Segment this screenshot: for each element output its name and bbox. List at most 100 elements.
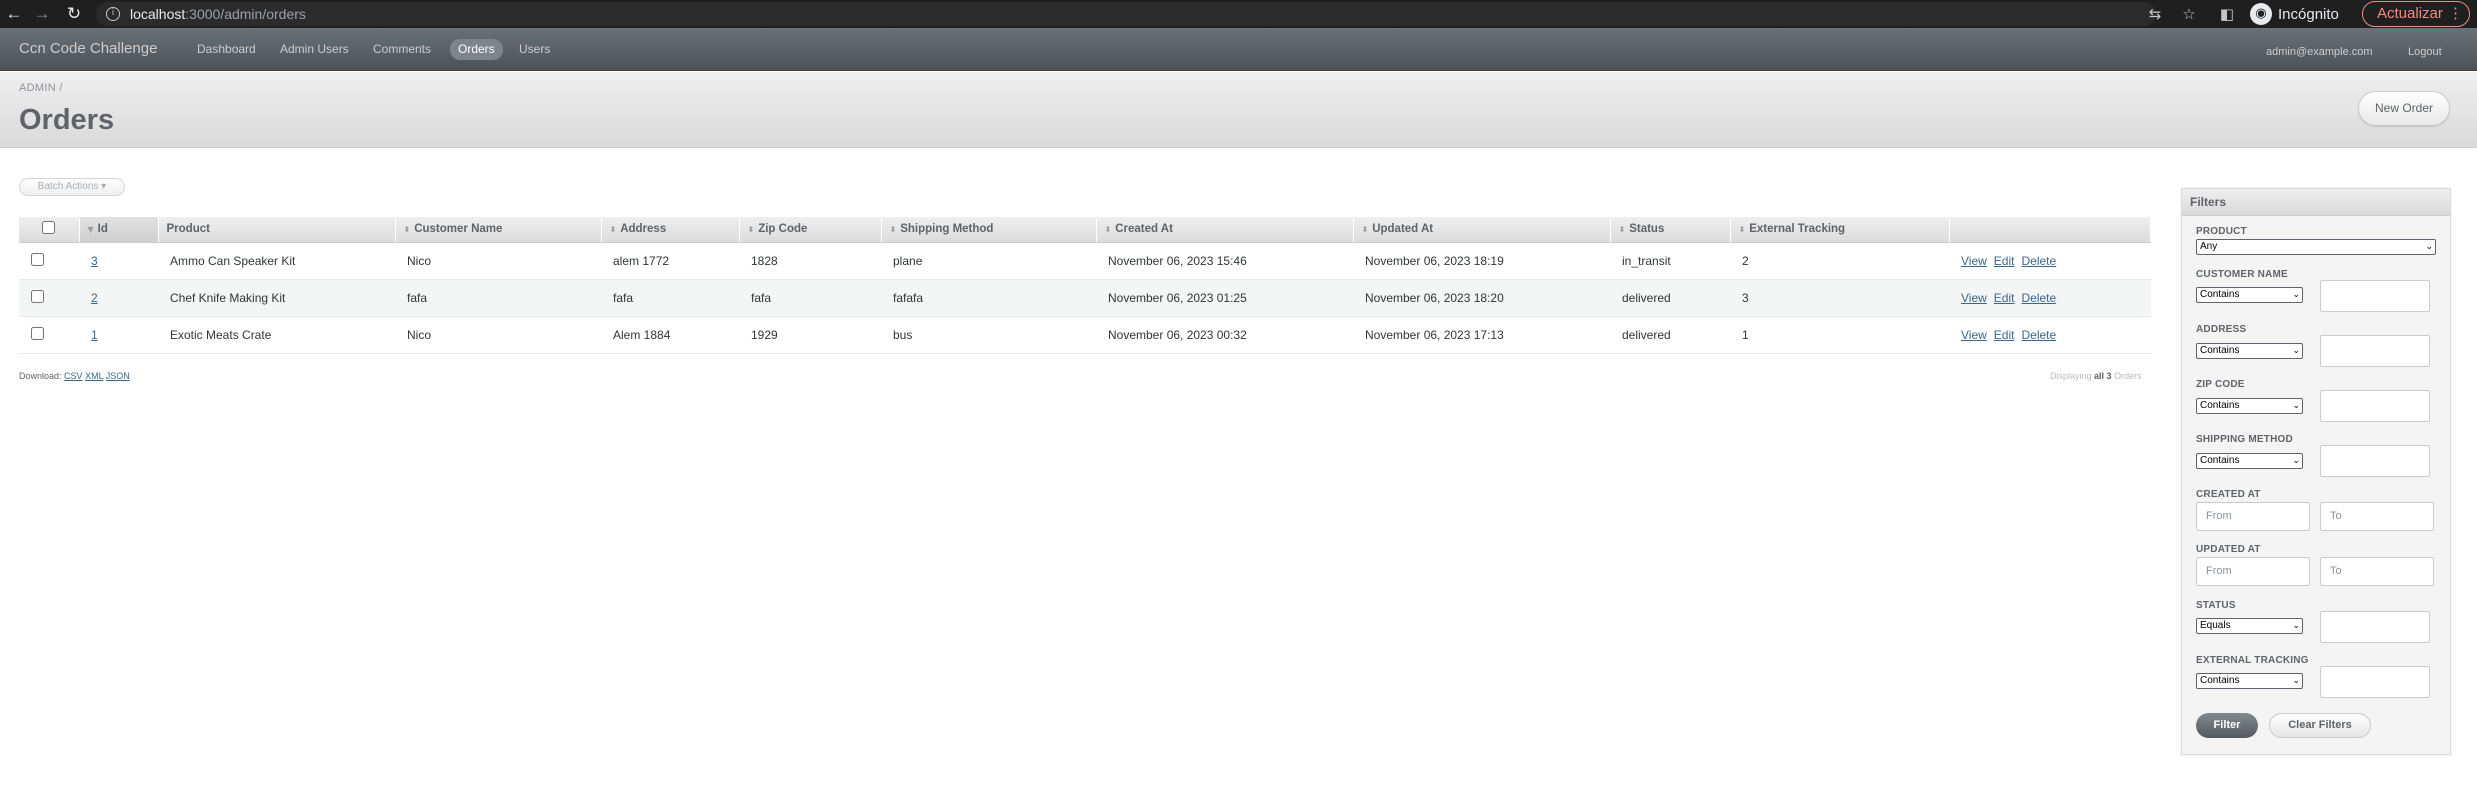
edit-link[interactable]: Edit (1994, 291, 2015, 305)
zip-code-input[interactable] (2320, 390, 2430, 422)
tab-admin-users[interactable]: Admin Users (272, 39, 357, 60)
cell-zip-code: 1828 (739, 242, 881, 280)
order-id-link[interactable]: 2 (91, 291, 98, 305)
updated-at-from-input[interactable]: From (2196, 557, 2310, 586)
delete-link[interactable]: Delete (2021, 254, 2056, 268)
view-link[interactable]: View (1961, 254, 1987, 268)
cell-address: Alem 1884 (601, 316, 739, 354)
row-actions: View Edit Delete (1949, 242, 2151, 280)
row-select-cell (19, 279, 79, 317)
chevron-down-icon: ⌄ (2292, 401, 2300, 411)
filter-label-created-at: CREATED AT (2196, 489, 2261, 500)
row-checkbox[interactable] (31, 326, 44, 340)
incognito-indicator[interactable]: ◉ Incógnito (2250, 2, 2339, 26)
updated-at-to-input[interactable]: To (2320, 557, 2434, 586)
bookmark-star-icon[interactable]: ☆ (2178, 4, 2200, 24)
column-header-customer-name[interactable]: ⬍ Customer Name (395, 217, 602, 243)
created-at-from-input[interactable]: From (2196, 502, 2310, 531)
translate-icon[interactable]: ⇆ (2144, 4, 2166, 24)
column-header-status[interactable]: ⬍ Status (1610, 217, 1731, 243)
row-checkbox[interactable] (31, 289, 44, 303)
row-select-cell (19, 316, 79, 354)
filter-button[interactable]: Filter (2196, 713, 2258, 738)
cell-updated-at: November 06, 2023 17:13 (1353, 316, 1610, 354)
batch-actions-dropdown[interactable]: Batch Actions ▾ (19, 178, 125, 196)
column-header-actions (1949, 217, 2151, 243)
tab-comments[interactable]: Comments (365, 39, 439, 60)
cell-external-tracking: 2 (1730, 242, 1949, 280)
site-title[interactable]: Ccn Code Challenge (19, 40, 157, 57)
side-panel-icon[interactable]: ◧ (2216, 4, 2238, 24)
row-checkbox[interactable] (31, 252, 44, 266)
cell-external-tracking: 1 (1730, 316, 1949, 354)
filter-label-shipping-method: SHIPPING METHOD (2196, 434, 2293, 445)
column-label: Updated At (1372, 223, 1434, 236)
order-id-link[interactable]: 1 (91, 328, 98, 342)
reload-icon[interactable]: ↻ (60, 0, 88, 28)
external-tracking-predicate-select[interactable]: Contains ⌄ (2196, 673, 2303, 689)
cell-shipping-method: fafafa (881, 279, 1096, 317)
site-info-icon[interactable]: i (106, 7, 120, 21)
download-csv-link[interactable]: CSV (64, 371, 83, 381)
title-bar: ADMIN / Orders New Order (0, 72, 2477, 148)
download-xml-link[interactable]: XML (85, 371, 103, 381)
cell-status: delivered (1610, 279, 1730, 317)
breadcrumb-admin-link[interactable]: ADMIN (19, 82, 56, 94)
tab-users[interactable]: Users (511, 39, 558, 60)
address-bar[interactable]: i localhost:3000/admin/orders (96, 2, 2156, 26)
row-actions: View Edit Delete (1949, 279, 2151, 317)
order-id-link[interactable]: 3 (91, 254, 98, 268)
update-button[interactable]: Actualizar ⋮ (2362, 1, 2470, 27)
table-header-row: ▼ Id Product ⬍ Customer Name ⬍ Address ⬍ Zip… (19, 217, 2151, 243)
zip-code-predicate-select[interactable]: Contains ⌄ (2196, 398, 2303, 414)
edit-link[interactable]: Edit (1994, 254, 2015, 268)
shipping-method-input[interactable] (2320, 445, 2430, 477)
batch-actions-label: Batch Actions (37, 181, 99, 192)
customer-name-input[interactable] (2320, 280, 2430, 312)
column-header-address[interactable]: ⬍ Address (601, 217, 740, 243)
column-header-product[interactable]: Product (158, 217, 396, 243)
new-order-button[interactable]: New Order (2358, 91, 2450, 126)
chevron-down-icon: ▾ (101, 181, 107, 192)
status-predicate-select[interactable]: Equals ⌄ (2196, 618, 2303, 634)
address-input[interactable] (2320, 335, 2430, 367)
displaying-prefix: Displaying (2050, 371, 2092, 381)
tab-orders[interactable]: Orders (450, 39, 503, 60)
address-predicate-select[interactable]: Contains ⌄ (2196, 343, 2303, 359)
column-header-zip-code[interactable]: ⬍ Zip Code (739, 217, 882, 243)
column-header-shipping-method[interactable]: ⬍ Shipping Method (881, 217, 1097, 243)
delete-link[interactable]: Delete (2021, 328, 2056, 342)
displaying-count: all 3 (2094, 371, 2112, 381)
column-header-updated-at[interactable]: ⬍ Updated At (1353, 217, 1611, 243)
incognito-label: Incógnito (2278, 5, 2339, 23)
delete-link[interactable]: Delete (2021, 291, 2056, 305)
back-arrow-icon[interactable]: ← (0, 0, 28, 28)
column-label: Id (97, 223, 108, 236)
sort-icon: ⬍ (609, 225, 617, 235)
column-label: Zip Code (758, 223, 808, 236)
status-input[interactable] (2320, 611, 2430, 643)
column-label: Shipping Method (900, 223, 994, 236)
edit-link[interactable]: Edit (1994, 328, 2015, 342)
filter-label-product: PRODUCT (2196, 226, 2247, 237)
current-user-email[interactable]: admin@example.com (2266, 46, 2373, 58)
cell-created-at: November 06, 2023 01:25 (1096, 279, 1353, 317)
column-header-external-tracking[interactable]: ⬍ External Tracking (1730, 217, 1950, 243)
created-at-to-input[interactable]: To (2320, 502, 2434, 531)
external-tracking-input[interactable] (2320, 666, 2430, 698)
view-link[interactable]: View (1961, 291, 1987, 305)
tab-dashboard[interactable]: Dashboard (189, 39, 264, 60)
product-select[interactable]: Any ⌄ (2196, 239, 2436, 255)
clear-filters-button[interactable]: Clear Filters (2269, 713, 2371, 738)
shipping-method-predicate-select[interactable]: Contains ⌄ (2196, 453, 2303, 469)
cell-zip-code: 1929 (739, 316, 881, 354)
forward-arrow-icon[interactable]: → (28, 0, 56, 28)
filter-label-external-tracking: EXTERNAL TRACKING (2196, 655, 2309, 666)
select-all-checkbox[interactable] (42, 221, 56, 235)
download-json-link[interactable]: JSON (106, 371, 130, 381)
column-header-created-at[interactable]: ⬍ Created At (1096, 217, 1354, 243)
logout-link[interactable]: Logout (2408, 46, 2442, 58)
column-header-id[interactable]: ▼ Id (79, 217, 159, 243)
customer-name-predicate-select[interactable]: Contains ⌄ (2196, 287, 2303, 303)
view-link[interactable]: View (1961, 328, 1987, 342)
